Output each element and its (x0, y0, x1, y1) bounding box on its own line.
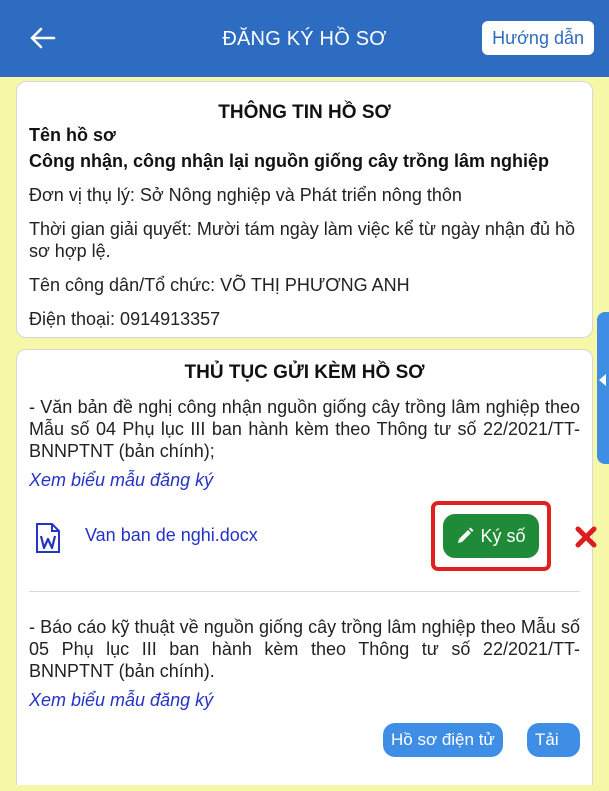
pencil-icon (458, 527, 474, 543)
upload-button[interactable]: Tải lên (527, 723, 580, 783)
attachment-description: - Văn bản đề nghị công nhận nguồn giống … (29, 397, 580, 461)
electronic-record-button[interactable]: Hồ sơ điện tử (383, 723, 503, 757)
processing-unit: Đơn vị thụ lý: Sở Nông nghiệp và Phát tr… (29, 185, 462, 205)
divider (29, 591, 580, 592)
attached-file-link[interactable]: Van ban de nghi.docx (85, 525, 258, 546)
digital-sign-label: Ký số (480, 525, 526, 546)
attachments-title: THỦ TỤC GỬI KÈM HỒ SƠ (184, 362, 425, 383)
top-app-bar: ĐĂNG KÝ HỒ SƠ Hướng dẫn (0, 0, 609, 77)
delete-x-icon[interactable] (574, 525, 598, 549)
word-document-icon (36, 523, 60, 553)
view-sample-link[interactable]: Xem biểu mẫu đăng ký (29, 470, 580, 491)
record-info-title: THÔNG TIN HỒ SƠ (218, 102, 391, 123)
processing-duration: Thời gian giải quyết: Mười tám ngày làm … (29, 219, 575, 261)
upload-actions: Hồ sơ điện tử Tải lên (29, 723, 580, 783)
attachments-card: THỦ TỤC GỬI KÈM HỒ SƠ - Văn bản đề nghị … (16, 349, 597, 785)
record-info-card: THÔNG TIN HỒ SƠ Tên hồ sơ Công nhận, côn… (16, 81, 593, 338)
record-name-value: Công nhận, công nhận lại nguồn giống cây… (29, 151, 549, 171)
citizen-name: Tên công dân/Tổ chức: VÕ THỊ PHƯƠNG ANH (29, 275, 410, 295)
attachment-description: - Báo cáo kỹ thuật về nguồn giống cây tr… (29, 617, 580, 681)
sign-highlight-frame: Ký số (431, 501, 551, 571)
chevron-left-icon (599, 374, 606, 386)
phone-number: Điện thoại: 0914913357 (29, 309, 221, 329)
attached-file-row: Van ban de nghi.docx Ký số (29, 501, 597, 571)
record-name-label: Tên hồ sơ (29, 125, 116, 145)
guide-button[interactable]: Hướng dẫn (482, 21, 594, 55)
digital-sign-button[interactable]: Ký số (443, 514, 539, 558)
side-drawer-tab[interactable] (597, 312, 609, 464)
view-sample-link[interactable]: Xem biểu mẫu đăng ký (29, 690, 580, 711)
